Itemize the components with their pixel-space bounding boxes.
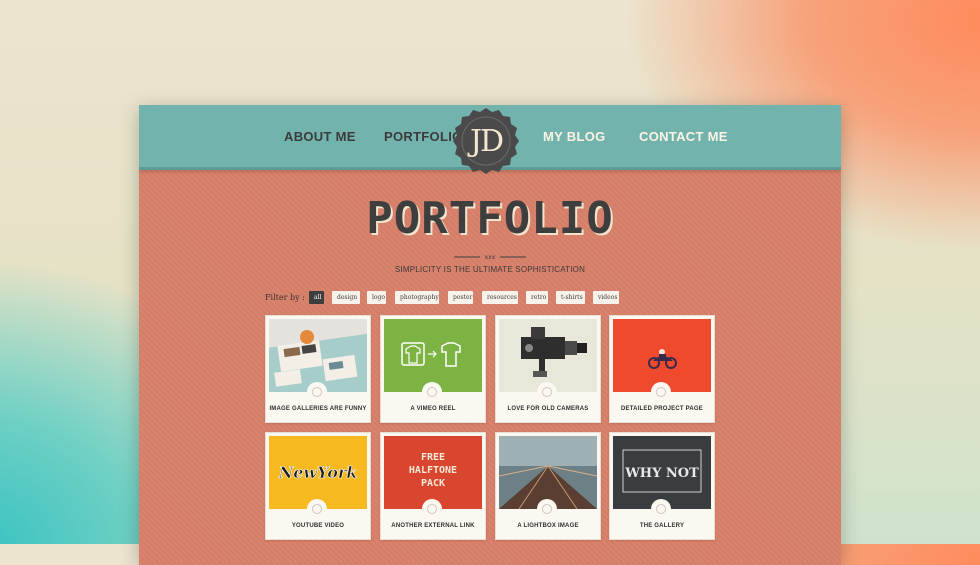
card-thumbnail [499, 436, 597, 509]
newyork-image-icon: NewYork [269, 436, 367, 509]
filter-t-shirts[interactable]: t-shirts [556, 291, 585, 304]
halftone-line-3: PACK [421, 478, 445, 489]
filter-all[interactable]: all [309, 291, 324, 304]
image-icon [537, 382, 557, 402]
portfolio-card[interactable]: FREE HALFTONE PACK ANOTHER EXTERNAL LINK [380, 432, 486, 540]
card-thumbnail: NewYork [269, 436, 367, 509]
halftone-line-2: HALFTONE [409, 465, 457, 476]
video-icon [307, 499, 327, 519]
logo-text: JD [469, 123, 504, 159]
card-thumbnail: FREE HALFTONE PACK [384, 436, 482, 509]
motorbike-image-icon [613, 319, 711, 392]
card-title: THE GALLERY [639, 523, 685, 529]
filter-design[interactable]: design [332, 291, 360, 304]
stationery-image-icon [269, 319, 367, 392]
card-thumbnail [613, 319, 711, 392]
nav-my-blog[interactable]: MY BLOG [543, 129, 606, 144]
nav-about-me[interactable]: ABOUT ME [284, 129, 356, 144]
card-thumbnail [269, 319, 367, 392]
portfolio-card[interactable]: IMAGE GALLERIES ARE FUNNY [265, 315, 371, 423]
document-icon [651, 382, 671, 402]
card-title: LOVE FOR OLD CAMERAS [507, 406, 589, 412]
card-thumbnail [384, 319, 482, 392]
tshirt-shop-image-icon [384, 319, 482, 392]
nav-contact-me[interactable]: CONTACT ME [639, 129, 728, 144]
filter-photography[interactable]: photography [395, 291, 439, 304]
portfolio-card[interactable]: WHY NOT THE GALLERY [609, 432, 715, 540]
card-thumbnail [499, 319, 597, 392]
portfolio-card[interactable]: NewYork YOUTUBE VIDEO [265, 432, 371, 540]
video-icon [422, 382, 442, 402]
card-title: DETAILED PROJECT PAGE [621, 406, 703, 412]
image-icon [307, 382, 327, 402]
divider-ornament-icon: xxx [454, 254, 526, 260]
svg-text:xxx: xxx [485, 254, 496, 260]
filter-poster[interactable]: poster [448, 291, 473, 304]
portfolio-card[interactable]: LOVE FOR OLD CAMERAS [495, 315, 601, 423]
portfolio-card[interactable]: DETAILED PROJECT PAGE [609, 315, 715, 423]
filter-retro[interactable]: retro [526, 291, 548, 304]
nav-portfolio[interactable]: PORTFOLIO [384, 129, 463, 144]
link-icon [422, 499, 442, 519]
website-frame: ABOUT ME PORTFOLIO MY BLOG CONTACT ME JD… [139, 105, 841, 565]
newyork-text: NewYork [278, 463, 358, 482]
whynot-text: WHY NOT [624, 466, 699, 481]
portfolio-card[interactable]: A LIGHTBOX IMAGE [495, 432, 601, 540]
chalkboard-image-icon: WHY NOT [613, 436, 711, 509]
bridge-image-icon [499, 436, 597, 509]
filter-resources[interactable]: resources [482, 291, 518, 304]
card-title: A VIMEO REEL [410, 406, 456, 412]
card-title: IMAGE GALLERIES ARE FUNNY [269, 406, 367, 412]
page-title: PORTFOLIO [366, 193, 614, 244]
card-title: YOUTUBE VIDEO [291, 523, 345, 529]
filter-logo[interactable]: logo [367, 291, 386, 304]
filter-videos[interactable]: videos [593, 291, 619, 304]
card-thumbnail: WHY NOT [613, 436, 711, 509]
image-icon [651, 499, 671, 519]
image-icon [537, 499, 557, 519]
halftone-line-1: FREE [421, 452, 445, 463]
filter-label: Filter by : [265, 293, 305, 302]
card-title: A LIGHTBOX IMAGE [517, 523, 579, 529]
card-title: ANOTHER EXTERNAL LINK [391, 523, 475, 529]
camera-image-icon [499, 319, 597, 392]
page-subtitle: SIMPLICITY IS THE ULTIMATE SOPHISTICATIO… [394, 265, 586, 274]
halftone-image-icon: FREE HALFTONE PACK [384, 436, 482, 509]
portfolio-card[interactable]: A VIMEO REEL [380, 315, 486, 423]
logo-badge[interactable]: JD [452, 107, 520, 175]
